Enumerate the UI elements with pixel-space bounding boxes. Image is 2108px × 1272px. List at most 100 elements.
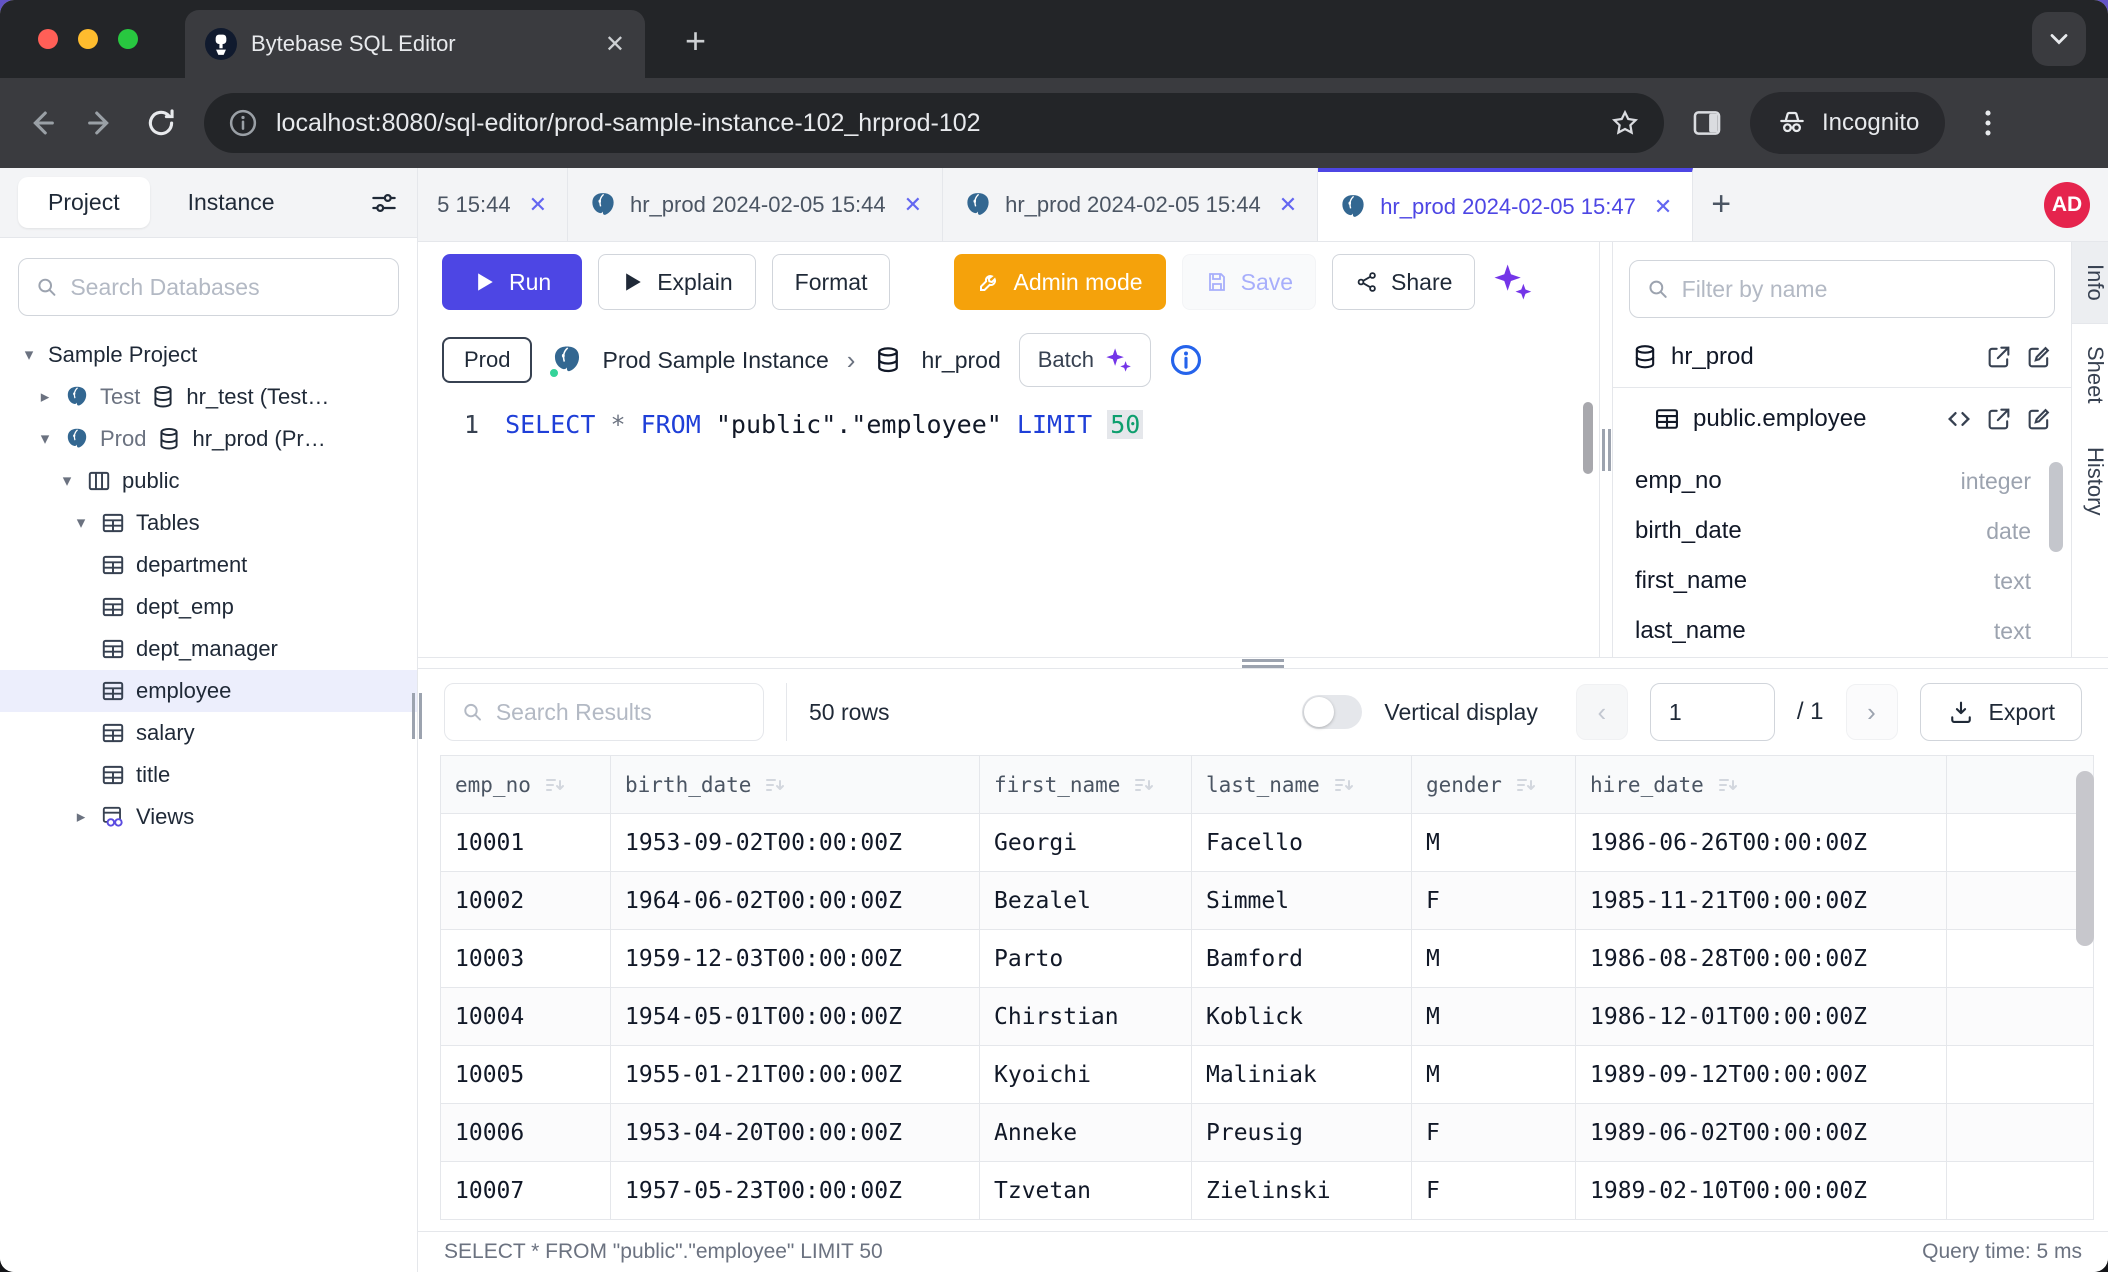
- sidebar-resize-handle[interactable]: [411, 688, 423, 744]
- vertical-display-toggle[interactable]: [1302, 695, 1362, 729]
- table-cell[interactable]: 1985-11-21T00:00:00Z: [1576, 872, 1947, 930]
- table-cell[interactable]: Tzvetan: [980, 1162, 1192, 1220]
- table-cell[interactable]: [1947, 872, 2094, 930]
- table-cell[interactable]: 1989-02-10T00:00:00Z: [1576, 1162, 1947, 1220]
- export-button[interactable]: Export: [1920, 683, 2082, 741]
- vertical-splitter[interactable]: [1599, 242, 1613, 657]
- tree-item-table-department[interactable]: department: [0, 544, 417, 586]
- sort-icon[interactable]: [1716, 773, 1740, 797]
- close-window-button[interactable]: [38, 29, 58, 49]
- editor-tab-4-active[interactable]: hr_prod 2024-02-05 15:47 ✕: [1318, 168, 1693, 241]
- table-cell[interactable]: 1953-09-02T00:00:00Z: [611, 814, 980, 872]
- maximize-window-button[interactable]: [118, 29, 138, 49]
- table-cell[interactable]: 1989-06-02T00:00:00Z: [1576, 1104, 1947, 1162]
- tab-history[interactable]: History: [2072, 425, 2108, 537]
- tree-item-views[interactable]: ▸ Views: [0, 796, 417, 838]
- table-cell[interactable]: 10001: [441, 814, 611, 872]
- new-editor-tab-icon[interactable]: +: [1693, 168, 1749, 241]
- editor-tab-1[interactable]: 5 15:44 ✕: [418, 168, 568, 241]
- tab-search-button[interactable]: [2032, 12, 2086, 66]
- info-circle-icon[interactable]: [1169, 343, 1203, 377]
- schema-filter-input[interactable]: [1682, 276, 2038, 303]
- table-cell[interactable]: 1953-04-20T00:00:00Z: [611, 1104, 980, 1162]
- sql-editor[interactable]: 1 SELECT * FROM "public"."employee" LIMI…: [418, 398, 1599, 657]
- table-cell[interactable]: 10007: [441, 1162, 611, 1220]
- editor-tab-2[interactable]: hr_prod 2024-02-05 15:44 ✕: [568, 168, 943, 241]
- table-cell[interactable]: 10005: [441, 1046, 611, 1104]
- tree-item-tables[interactable]: ▾ Tables: [0, 502, 417, 544]
- table-cell[interactable]: 1955-01-21T00:00:00Z: [611, 1046, 980, 1104]
- tree-item-table-title[interactable]: title: [0, 754, 417, 796]
- editor-scrollbar[interactable]: [1583, 402, 1593, 474]
- table-cell[interactable]: 1957-05-23T00:00:00Z: [611, 1162, 980, 1220]
- column-row[interactable]: first_name text: [1613, 556, 2071, 606]
- column-header-emp-no[interactable]: emp_no: [441, 756, 611, 814]
- column-row[interactable]: emp_no integer: [1613, 456, 2071, 506]
- table-cell[interactable]: 1986-12-01T00:00:00Z: [1576, 988, 1947, 1046]
- table-cell[interactable]: Bezalel: [980, 872, 1192, 930]
- forward-icon[interactable]: [84, 106, 118, 140]
- sort-icon[interactable]: [1514, 773, 1538, 797]
- sort-icon[interactable]: [1132, 773, 1156, 797]
- close-tab-icon[interactable]: ✕: [1654, 194, 1672, 220]
- table-cell[interactable]: 10003: [441, 930, 611, 988]
- table-cell[interactable]: Preusig: [1192, 1104, 1412, 1162]
- horizontal-splitter[interactable]: [418, 657, 2108, 669]
- sort-icon[interactable]: [543, 773, 567, 797]
- column-header-birth-date[interactable]: birth_date: [611, 756, 980, 814]
- next-page-button[interactable]: ›: [1846, 684, 1898, 740]
- tab-sheet[interactable]: Sheet: [2072, 324, 2108, 426]
- table-cell[interactable]: Anneke: [980, 1104, 1192, 1162]
- table-cell[interactable]: 1954-05-01T00:00:00Z: [611, 988, 980, 1046]
- table-cell[interactable]: Kyoichi: [980, 1046, 1192, 1104]
- url-bar[interactable]: localhost:8080/sql-editor/prod-sample-in…: [204, 93, 1664, 153]
- close-tab-icon[interactable]: ✕: [1279, 192, 1297, 218]
- close-tab-icon[interactable]: ✕: [904, 192, 922, 218]
- table-cell[interactable]: 1959-12-03T00:00:00Z: [611, 930, 980, 988]
- column-header-hire-date[interactable]: hire_date: [1576, 756, 1947, 814]
- table-cell[interactable]: [1947, 814, 2094, 872]
- tree-item-table-salary[interactable]: salary: [0, 712, 417, 754]
- tree-item-table-dept-emp[interactable]: dept_emp: [0, 586, 417, 628]
- column-header-last-name[interactable]: last_name: [1192, 756, 1412, 814]
- browser-menu-icon[interactable]: [1971, 106, 2005, 140]
- tree-item-table-employee[interactable]: employee: [0, 670, 417, 712]
- table-cell[interactable]: M: [1412, 1046, 1576, 1104]
- tree-item-sample-project[interactable]: ▾ Sample Project: [0, 334, 417, 376]
- table-cell[interactable]: M: [1412, 814, 1576, 872]
- table-cell[interactable]: 1986-08-28T00:00:00Z: [1576, 930, 1947, 988]
- table-cell[interactable]: Bamford: [1192, 930, 1412, 988]
- caret-down-icon[interactable]: ▾: [20, 345, 38, 365]
- tree-item-schema-public[interactable]: ▾ public: [0, 460, 417, 502]
- column-row[interactable]: birth_date date: [1613, 506, 2071, 556]
- tab-instance[interactable]: Instance: [158, 177, 305, 228]
- page-input[interactable]: [1650, 683, 1775, 741]
- caret-right-icon[interactable]: ▸: [36, 387, 54, 407]
- prev-page-button[interactable]: ‹: [1576, 684, 1628, 740]
- reload-icon[interactable]: [144, 106, 178, 140]
- table-cell[interactable]: F: [1412, 872, 1576, 930]
- table-cell[interactable]: Maliniak: [1192, 1046, 1412, 1104]
- table-cell[interactable]: 1989-09-12T00:00:00Z: [1576, 1046, 1947, 1104]
- table-cell[interactable]: Georgi: [980, 814, 1192, 872]
- caret-right-icon[interactable]: ▸: [72, 807, 90, 827]
- table-cell[interactable]: 10006: [441, 1104, 611, 1162]
- table-cell[interactable]: [1947, 988, 2094, 1046]
- caret-down-icon[interactable]: ▾: [36, 429, 54, 449]
- schema-filter[interactable]: [1629, 260, 2055, 318]
- table-cell[interactable]: F: [1412, 1104, 1576, 1162]
- new-browser-tab-icon[interactable]: +: [685, 20, 706, 62]
- column-list-scrollbar[interactable]: [2049, 462, 2063, 552]
- results-search[interactable]: [444, 683, 764, 741]
- table-cell[interactable]: 1964-06-02T00:00:00Z: [611, 872, 980, 930]
- run-button[interactable]: Run: [442, 254, 582, 310]
- explain-button[interactable]: Explain: [598, 254, 755, 310]
- column-row[interactable]: last_name text: [1613, 606, 2071, 656]
- table-cell[interactable]: 10002: [441, 872, 611, 930]
- caret-down-icon[interactable]: ▾: [58, 471, 76, 491]
- table-cell[interactable]: Simmel: [1192, 872, 1412, 930]
- filter-settings-icon[interactable]: [369, 188, 399, 218]
- schema-table-row[interactable]: public.employee: [1613, 388, 2071, 450]
- database-search-input[interactable]: [70, 274, 382, 301]
- open-external-icon[interactable]: [1985, 405, 2013, 433]
